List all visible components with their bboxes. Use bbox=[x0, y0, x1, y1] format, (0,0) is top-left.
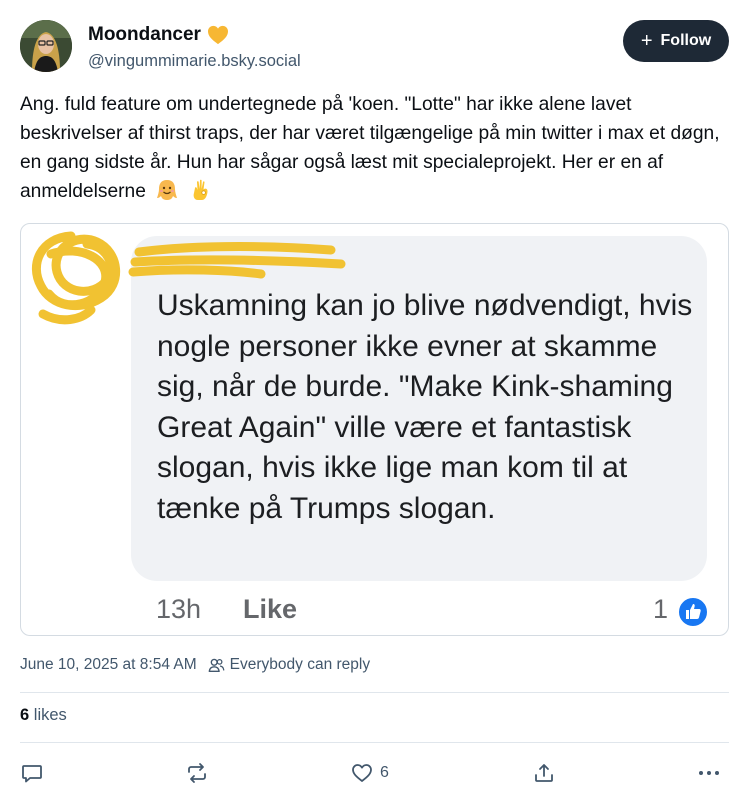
share-button[interactable] bbox=[532, 758, 556, 788]
reply-icon bbox=[22, 765, 42, 783]
author-name-row: Moondancer bbox=[88, 24, 229, 46]
repost-button[interactable] bbox=[185, 758, 209, 788]
likes-count: 6 bbox=[20, 706, 30, 724]
reply-setting: Everybody can reply bbox=[207, 656, 370, 674]
like-button[interactable]: 6 bbox=[350, 758, 389, 788]
plus-icon: + bbox=[640, 30, 653, 52]
heart-icon bbox=[352, 764, 372, 782]
avatar-photo bbox=[20, 20, 72, 72]
more-options-button[interactable] bbox=[696, 758, 722, 788]
follow-button-label: Follow bbox=[660, 32, 712, 49]
comment-like-count: 1 bbox=[653, 594, 669, 624]
reply-button[interactable] bbox=[20, 758, 44, 788]
author-display-name[interactable]: Moondancer bbox=[88, 24, 201, 46]
more-icon bbox=[699, 771, 719, 775]
thumbs-up-badge-icon bbox=[677, 596, 709, 628]
share-icon bbox=[535, 764, 553, 782]
divider bbox=[20, 742, 729, 743]
post-text: Ang. fuld feature om undertegnede på 'ko… bbox=[20, 90, 732, 206]
post-header: Moondancer @vingummimarie.bsky.social + … bbox=[20, 20, 729, 76]
ok-hand-emoji bbox=[193, 179, 208, 200]
repost-icon bbox=[188, 763, 206, 783]
people-icon bbox=[208, 658, 225, 672]
author-handle[interactable]: @vingummimarie.bsky.social bbox=[88, 52, 301, 71]
post-timestamp[interactable]: June 10, 2025 at 8:54 AM bbox=[20, 656, 197, 674]
yellow-heart-icon bbox=[207, 25, 228, 45]
post-body: Ang. fuld feature om undertegnede på 'ko… bbox=[20, 94, 720, 202]
comment-time: 13h bbox=[156, 594, 202, 624]
smiling-blob-emoji bbox=[157, 180, 178, 200]
comment-like-link: Like bbox=[243, 594, 298, 624]
comment-text: Uskamning kan jo blive nødvendigt, hvis … bbox=[157, 289, 693, 525]
embedded-image[interactable]: Uskamning kan jo blive nødvendigt, hvis … bbox=[20, 223, 729, 636]
divider bbox=[20, 692, 729, 693]
follow-button[interactable]: + Follow bbox=[623, 20, 729, 62]
action-bar: 6 bbox=[20, 758, 729, 788]
author-avatar[interactable] bbox=[20, 20, 72, 72]
likes-summary[interactable]: 6 likes bbox=[20, 706, 67, 725]
reply-setting-label: Everybody can reply bbox=[229, 656, 371, 673]
post-meta: June 10, 2025 at 8:54 AM Everybody can r… bbox=[20, 656, 370, 674]
likes-label: likes bbox=[33, 706, 67, 724]
like-count: 6 bbox=[380, 764, 389, 781]
